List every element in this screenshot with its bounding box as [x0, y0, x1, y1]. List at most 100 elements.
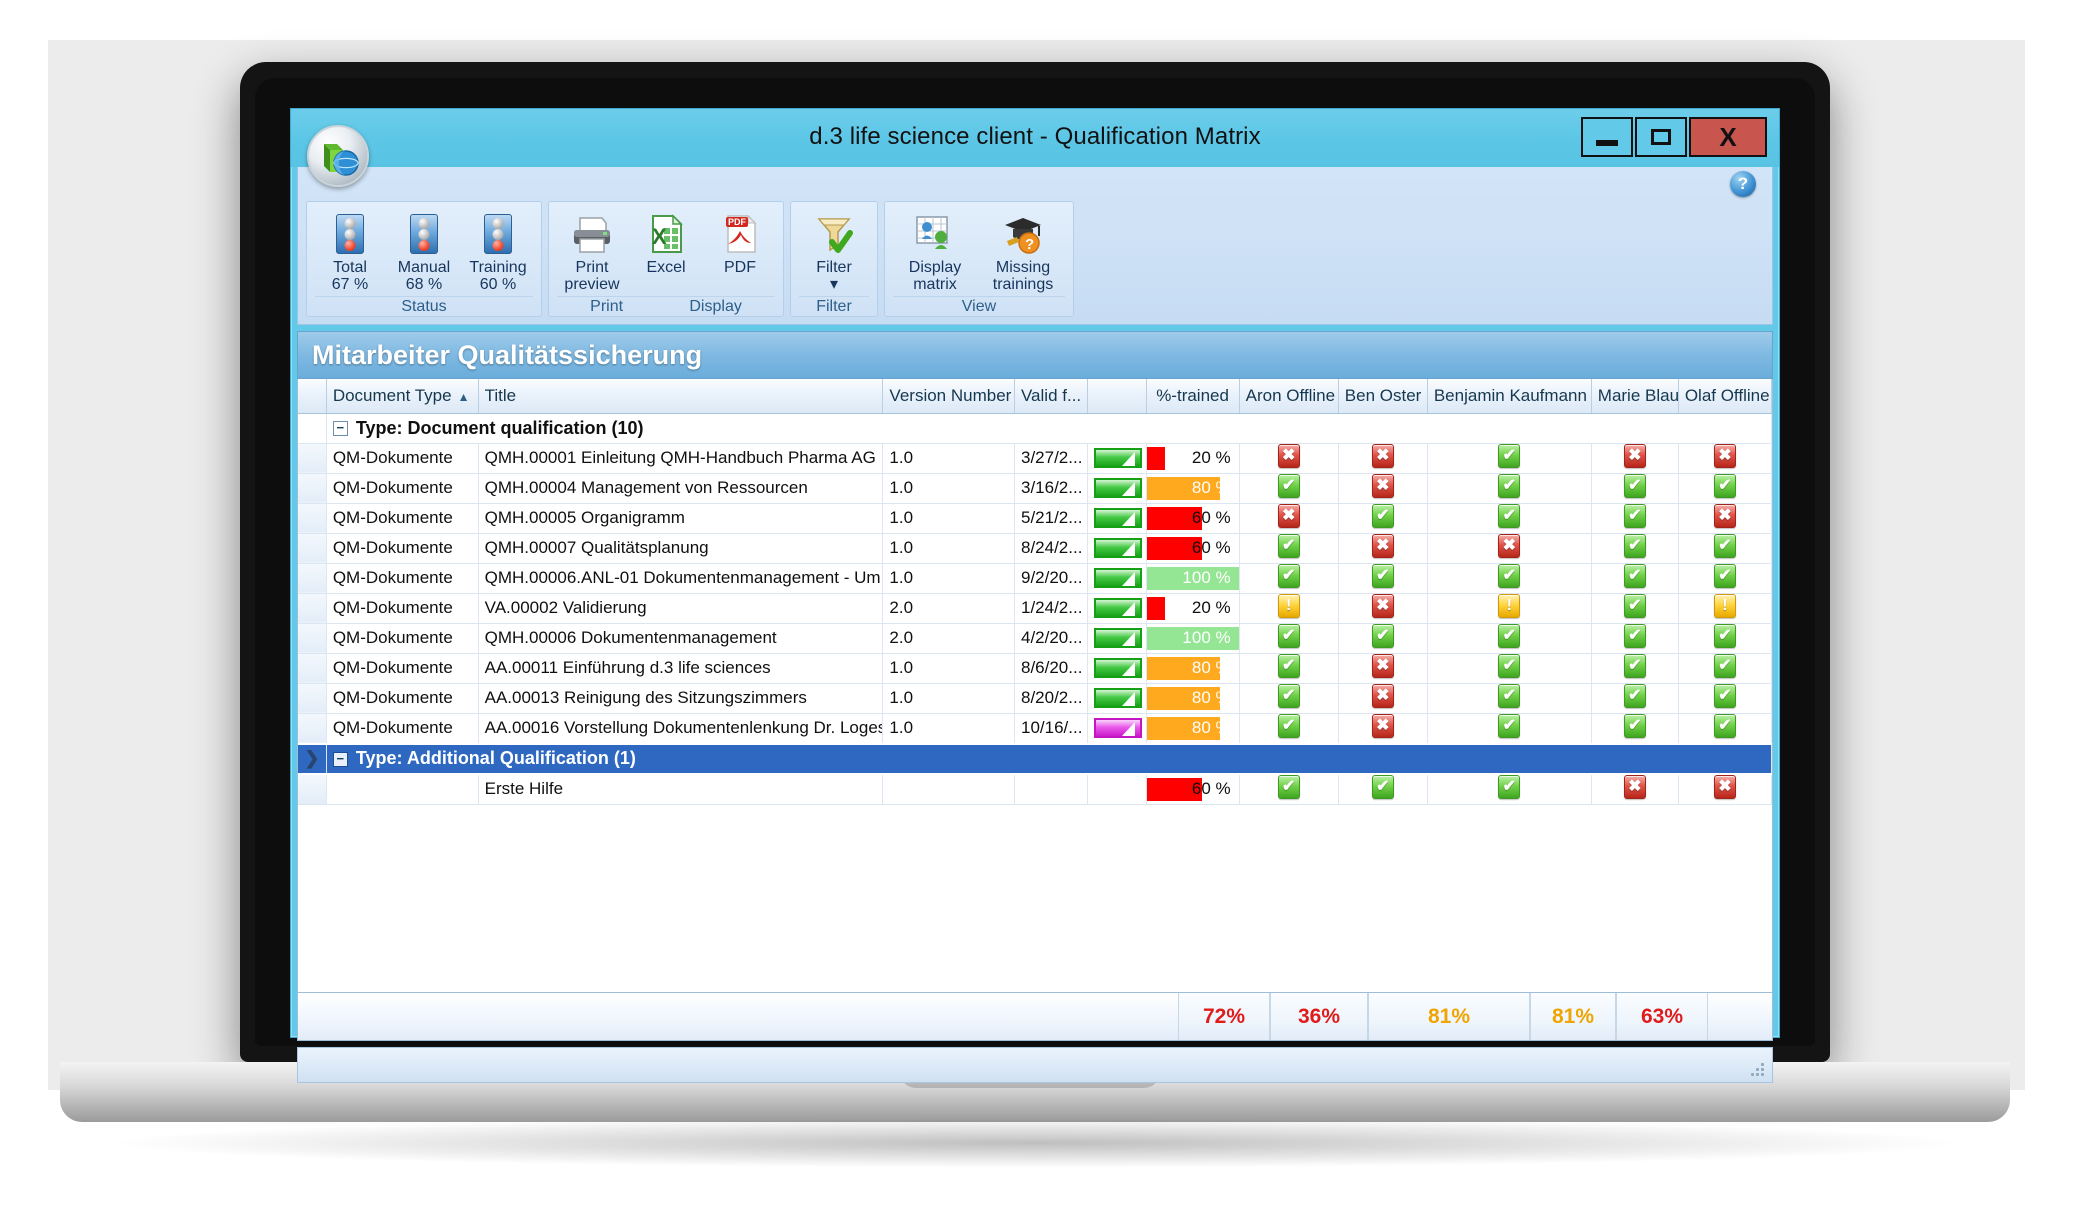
row-handle[interactable]	[298, 503, 327, 534]
filter-button[interactable]: Filter ▾	[799, 208, 869, 294]
cell-status-benjamin-kaufmann[interactable]: ✔	[1427, 623, 1592, 654]
pdf-export-button[interactable]: PDF PDF	[705, 208, 775, 277]
cell-status-ben-oster[interactable]: ✔	[1338, 503, 1428, 534]
cell-status-olaf-offline[interactable]: ✖	[1678, 773, 1772, 805]
resize-grip-icon[interactable]	[1750, 1062, 1766, 1078]
cell-status-aron-offline[interactable]: ✔	[1239, 473, 1339, 504]
cell-doc-status[interactable]	[1087, 653, 1147, 684]
cell-status-olaf-offline[interactable]: !	[1678, 593, 1772, 624]
cell-status-benjamin-kaufmann[interactable]: ✔	[1427, 773, 1592, 805]
cell-status-benjamin-kaufmann[interactable]: ✔	[1427, 713, 1592, 744]
cell-status-olaf-offline[interactable]: ✔	[1678, 713, 1772, 744]
cell-status-benjamin-kaufmann[interactable]: ✔	[1427, 443, 1592, 474]
cell-status-aron-offline[interactable]: ✖	[1239, 503, 1339, 534]
col-person-aron-offline[interactable]: Aron Offline	[1239, 379, 1339, 414]
cell-status-ben-oster[interactable]: ✖	[1338, 593, 1428, 624]
col-person-marie-blau[interactable]: Marie Blau	[1591, 379, 1679, 414]
cell-doc-status[interactable]	[1087, 563, 1147, 594]
col-valid-from[interactable]: Valid f...	[1014, 379, 1088, 414]
cell-status-marie-blau[interactable]: ✔	[1591, 623, 1679, 654]
group-collapse-icon[interactable]: −	[332, 751, 348, 767]
table-row[interactable]: QM-Dokumente QMH.00007 Qualitätsplanung 1.…	[298, 533, 1772, 564]
cell-status-benjamin-kaufmann[interactable]: ✔	[1427, 473, 1592, 504]
d3-orb-logo-icon[interactable]	[307, 125, 369, 187]
cell-status-olaf-offline[interactable]: ✖	[1678, 503, 1772, 534]
cell-status-olaf-offline[interactable]: ✖	[1678, 443, 1772, 474]
filter-dropdown-icon[interactable]: ▾	[830, 276, 838, 294]
display-matrix-button[interactable]: Display matrix	[893, 208, 977, 294]
status-total-button[interactable]: Total 67 %	[315, 208, 385, 294]
table-row[interactable]: QM-Dokumente AA.00016 Vorstellung Dokumen…	[298, 713, 1772, 744]
cell-status-olaf-offline[interactable]: ✔	[1678, 563, 1772, 594]
cell-status-aron-offline[interactable]: !	[1239, 593, 1339, 624]
group-collapse-icon[interactable]: −	[332, 421, 348, 437]
maximize-button[interactable]	[1635, 117, 1687, 157]
table-row[interactable]: QM-Dokumente QMH.00005 Organigramm 1.0 5/21…	[298, 503, 1772, 534]
cell-status-aron-offline[interactable]: ✔	[1239, 653, 1339, 684]
row-handle[interactable]	[298, 683, 327, 714]
cell-doc-status[interactable]	[1087, 713, 1147, 744]
cell-status-olaf-offline[interactable]: ✔	[1678, 533, 1772, 564]
cell-doc-status[interactable]	[1087, 623, 1147, 654]
row-handle[interactable]	[298, 533, 327, 564]
cell-status-olaf-offline[interactable]: ✔	[1678, 653, 1772, 684]
table-row[interactable]: QM-Dokumente AA.00013 Reinigung des Sitzu…	[298, 683, 1772, 714]
print-preview-button[interactable]: Print preview	[557, 208, 627, 294]
status-training-button[interactable]: Training 60 %	[463, 208, 533, 294]
cell-status-ben-oster[interactable]: ✖	[1338, 533, 1428, 564]
cell-status-ben-oster[interactable]: ✖	[1338, 443, 1428, 474]
col-pct-trained[interactable]: %-trained	[1146, 379, 1240, 414]
cell-doc-status[interactable]	[1087, 473, 1147, 504]
group-header-row[interactable]: ❯ − Type: Additional Qualification (1)	[298, 742, 1772, 775]
cell-status-aron-offline[interactable]: ✖	[1239, 443, 1339, 474]
cell-status-ben-oster[interactable]: ✔	[1338, 563, 1428, 594]
col-document-type[interactable]: Document Type ▲	[326, 379, 479, 414]
status-manual-button[interactable]: Manual 68 %	[389, 208, 459, 294]
cell-status-olaf-offline[interactable]: ✔	[1678, 473, 1772, 504]
excel-export-button[interactable]: X Excel	[631, 208, 701, 277]
table-row[interactable]: Erste Hilfe 60 % ✔ ✔ ✔ ✖ ✖	[298, 773, 1772, 805]
row-handle[interactable]	[298, 413, 327, 444]
row-handle[interactable]	[298, 653, 327, 684]
cell-doc-status[interactable]	[1087, 503, 1147, 534]
cell-status-ben-oster[interactable]: ✔	[1338, 623, 1428, 654]
col-title[interactable]: Title	[478, 379, 884, 414]
table-row[interactable]: QM-Dokumente QMH.00004 Management von Res…	[298, 473, 1772, 504]
cell-status-marie-blau[interactable]: ✔	[1591, 713, 1679, 744]
row-handle[interactable]: ❯	[298, 742, 327, 775]
table-row[interactable]: QM-Dokumente QMH.00006.ANL-01 Dokumentenm…	[298, 563, 1772, 594]
cell-status-aron-offline[interactable]: ✔	[1239, 563, 1339, 594]
qualification-matrix-grid[interactable]: Document Type ▲ Title Version Number Vali…	[297, 379, 1773, 993]
row-handle[interactable]	[298, 623, 327, 654]
cell-status-marie-blau[interactable]: ✖	[1591, 443, 1679, 474]
cell-status-ben-oster[interactable]: ✔	[1338, 773, 1428, 805]
cell-status-marie-blau[interactable]: ✔	[1591, 593, 1679, 624]
missing-trainings-button[interactable]: ? Missing trainings	[981, 208, 1065, 294]
cell-status-aron-offline[interactable]: ✔	[1239, 533, 1339, 564]
cell-status-marie-blau[interactable]: ✖	[1591, 773, 1679, 805]
col-person-ben-oster[interactable]: Ben Oster	[1338, 379, 1428, 414]
cell-status-benjamin-kaufmann[interactable]: ✔	[1427, 563, 1592, 594]
col-version-number[interactable]: Version Number	[882, 379, 1015, 414]
cell-status-aron-offline[interactable]: ✔	[1239, 623, 1339, 654]
cell-status-benjamin-kaufmann[interactable]: ✖	[1427, 533, 1592, 564]
minimize-button[interactable]	[1581, 117, 1633, 157]
cell-status-benjamin-kaufmann[interactable]: ✔	[1427, 683, 1592, 714]
row-handle[interactable]	[298, 563, 327, 594]
row-handle[interactable]	[298, 713, 327, 744]
cell-status-ben-oster[interactable]: ✖	[1338, 683, 1428, 714]
cell-doc-status[interactable]	[1087, 683, 1147, 714]
cell-status-benjamin-kaufmann[interactable]: !	[1427, 593, 1592, 624]
cell-status-aron-offline[interactable]: ✔	[1239, 713, 1339, 744]
help-icon[interactable]: ?	[1730, 171, 1756, 197]
cell-status-benjamin-kaufmann[interactable]: ✔	[1427, 653, 1592, 684]
cell-status-marie-blau[interactable]: ✔	[1591, 473, 1679, 504]
cell-doc-status[interactable]	[1087, 533, 1147, 564]
close-button[interactable]: X	[1689, 117, 1767, 157]
col-doc-status[interactable]	[1087, 379, 1147, 414]
table-row[interactable]: QM-Dokumente QMH.00006 Dokumentenmanageme…	[298, 623, 1772, 654]
cell-status-marie-blau[interactable]: ✔	[1591, 653, 1679, 684]
row-handle[interactable]	[298, 443, 327, 474]
col-person-olaf-offline[interactable]: Olaf Offline	[1678, 379, 1772, 414]
table-row[interactable]: QM-Dokumente AA.00011 Einführung d.3 life…	[298, 653, 1772, 684]
